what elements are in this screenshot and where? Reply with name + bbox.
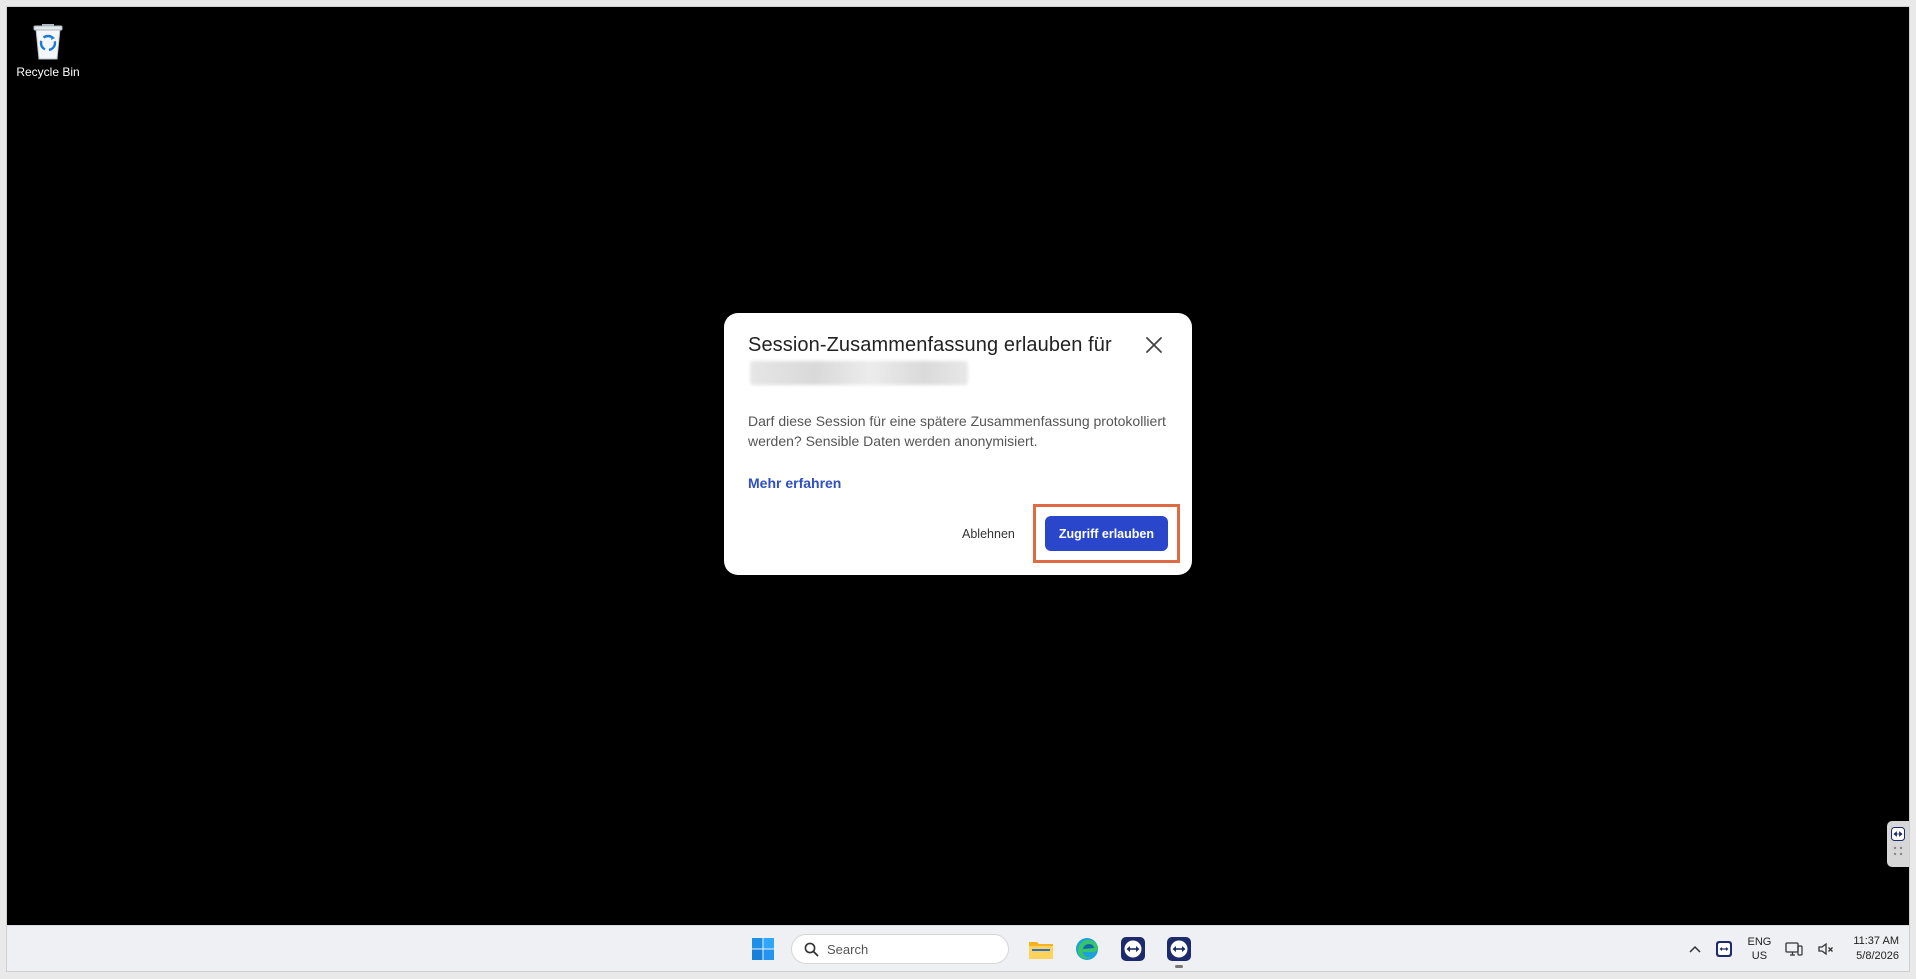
teamviewer-side-panel-tab[interactable]: [1887, 821, 1909, 867]
highlight-box: Zugriff erlauben: [1032, 504, 1180, 563]
desktop-icon-label: Recycle Bin: [16, 65, 80, 79]
redacted-session-id: [750, 361, 968, 385]
file-explorer-icon: [1029, 942, 1053, 959]
dialog-actions: Ablehnen Zugriff erlauben: [962, 504, 1180, 563]
teamviewer-icon: [1891, 827, 1905, 841]
teamviewer-icon: [1716, 941, 1733, 957]
desktop-icon-recycle-bin[interactable]: Recycle Bin: [12, 21, 84, 79]
close-icon: [1146, 337, 1162, 353]
language-indicator[interactable]: ENG US: [1747, 935, 1771, 963]
volume-status[interactable]: [1817, 941, 1835, 957]
clock-date: 5/8/2026: [1856, 950, 1899, 962]
learn-more-link[interactable]: Mehr erfahren: [748, 475, 841, 491]
taskbar-search-input[interactable]: Search: [791, 934, 1009, 964]
remote-screen: Recycle Bin Session-Zusammenfassung erla…: [7, 7, 1909, 971]
taskbar-edge[interactable]: [1069, 931, 1105, 967]
recycle-bin-icon: [33, 24, 63, 60]
edge-browser-icon: [1076, 938, 1098, 960]
language-region: US: [1751, 950, 1768, 962]
dialog-title: Session-Zusammenfassung erlauben für: [748, 331, 1138, 387]
session-summary-dialog: Session-Zusammenfassung erlauben für Dar…: [724, 313, 1192, 575]
taskbar-apps: Search: [745, 926, 1197, 971]
show-hidden-icons-button[interactable]: [1689, 945, 1702, 953]
tray-teamviewer[interactable]: [1715, 940, 1733, 958]
decline-button[interactable]: Ablehnen: [962, 527, 1015, 541]
windows-start-icon: [752, 938, 774, 960]
allow-access-button[interactable]: Zugriff erlauben: [1044, 516, 1168, 551]
network-status[interactable]: [1785, 941, 1803, 957]
language-code: ENG: [1747, 936, 1772, 948]
desktop: Recycle Bin Session-Zusammenfassung erla…: [7, 7, 1909, 925]
system-tray: ENG US 11:37 AM 5/8/2026: [1689, 926, 1899, 971]
search-icon: [804, 942, 819, 956]
teamviewer-icon: [1167, 937, 1191, 961]
chevron-up-icon: [1689, 945, 1702, 953]
clock[interactable]: 11:37 AM 5/8/2026: [1853, 934, 1899, 964]
speaker-muted-icon: [1818, 942, 1834, 956]
grip-icon: [1893, 846, 1903, 856]
taskbar-teamviewer-2[interactable]: [1161, 931, 1197, 968]
teamviewer-icon: [1121, 937, 1145, 961]
close-button[interactable]: [1140, 331, 1168, 359]
dialog-body-text: Darf diese Session für eine spätere Zusa…: [748, 413, 1166, 449]
network-icon: [1785, 942, 1803, 956]
clock-time: 11:37 AM: [1853, 935, 1899, 947]
search-placeholder: Search: [827, 941, 869, 957]
taskbar-file-explorer[interactable]: [1023, 931, 1059, 967]
taskbar: Search ENG US 11:37 AM 5/8/2026: [7, 925, 1909, 971]
start-button[interactable]: [745, 931, 781, 967]
dialog-title-text: Session-Zusammenfassung erlauben für: [748, 334, 1112, 356]
taskbar-teamviewer-1[interactable]: [1115, 931, 1151, 967]
